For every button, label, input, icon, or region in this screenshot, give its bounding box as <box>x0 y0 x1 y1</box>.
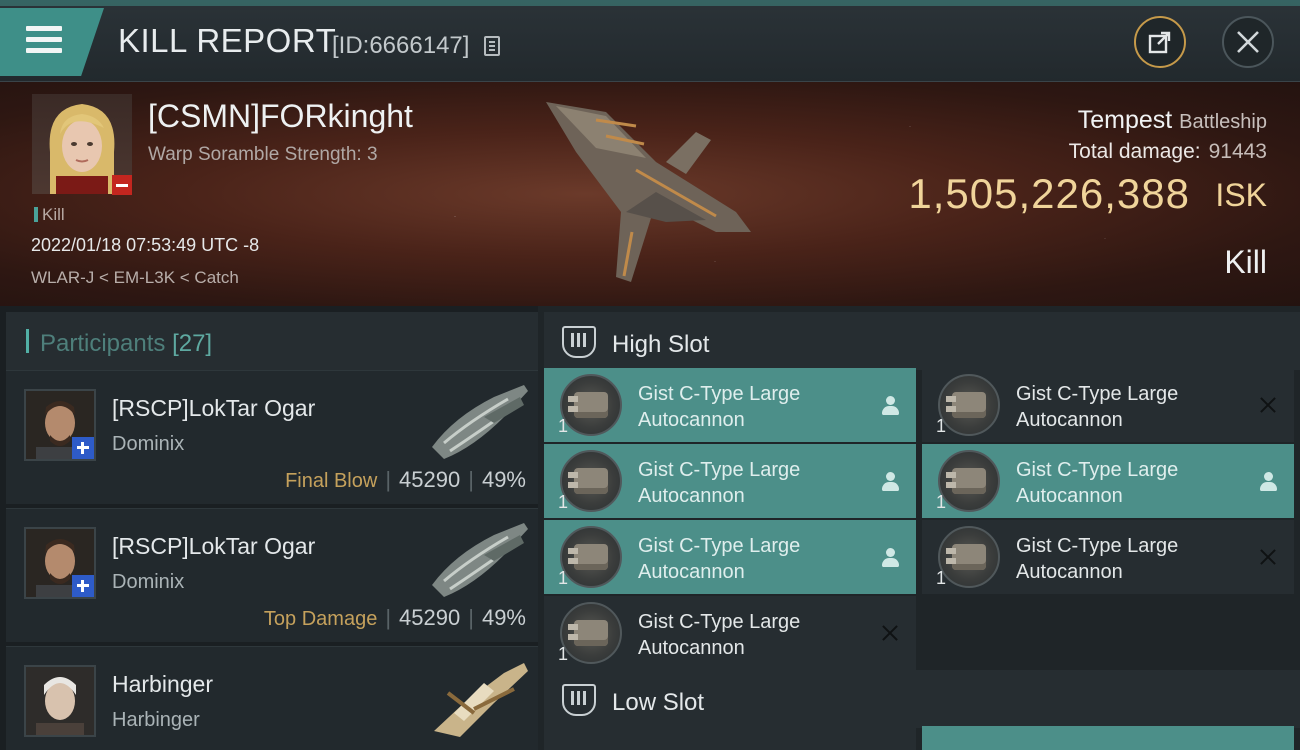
low-slot-title: Low Slot <box>612 689 705 716</box>
module-item[interactable] <box>922 726 1294 750</box>
share-button[interactable] <box>1134 16 1186 68</box>
autocannon-icon <box>938 526 1000 588</box>
dropped-person-icon <box>880 547 900 567</box>
participant-ship-image <box>434 663 528 737</box>
autocannon-icon <box>938 450 1000 512</box>
participant-row[interactable]: [RSCP]LokTar Ogar Dominix Top Damage | 452… <box>6 508 538 642</box>
module-name: Gist C-Type Large Autocannon <box>638 611 801 659</box>
negative-standing-badge <box>112 175 132 195</box>
module-item[interactable]: 1 Gist C-Type Large Autocannon <box>544 444 916 518</box>
victim-ship-type: Tempest Battleship <box>1078 106 1267 135</box>
module-name: Gist C-Type Large Autocannon <box>1016 383 1179 431</box>
autocannon-icon <box>560 374 622 436</box>
participant-ship-image <box>432 523 528 597</box>
kill-result: Kill <box>1224 244 1267 280</box>
participant-name[interactable]: Harbinger <box>112 671 213 698</box>
module-quantity: 1 <box>936 568 947 588</box>
title-bar: KILL REPORT [ID:6666147] <box>0 0 1300 82</box>
low-slot-icon <box>562 684 596 716</box>
module-item[interactable]: 1 Gist C-Type Large Autocannon <box>544 368 916 442</box>
module-quantity: 1 <box>558 416 569 436</box>
high-slot-icon <box>562 326 596 358</box>
isk-unit: ISK <box>1215 177 1267 213</box>
module-name: Gist C-Type Large Autocannon <box>638 535 801 583</box>
module-name: Gist C-Type Large Autocannon <box>1016 459 1179 507</box>
participant-row[interactable]: Harbinger Harbinger <box>6 646 538 750</box>
fitting-panel: High Slot 1 Gist C-Type Large Autocannon … <box>538 306 1300 750</box>
destroyed-x-icon <box>880 623 900 643</box>
report-id: [ID:6666147] <box>332 32 470 59</box>
participant-tag: Final Blow <box>285 470 378 492</box>
total-damage-label: Total damage: <box>1068 140 1201 163</box>
participant-row[interactable]: [RSCP]LokTar Ogar Dominix Final Blow | 452… <box>6 370 538 504</box>
module-item[interactable]: 1 Gist C-Type Large Autocannon <box>544 596 916 670</box>
dropped-person-icon <box>1258 471 1278 491</box>
participant-ship: Dominix <box>112 433 185 455</box>
ally-standing-icon <box>72 575 94 597</box>
participants-count: [27] <box>172 330 213 357</box>
participant-stats: Top Damage | 45290 | 49% <box>263 605 526 630</box>
module-quantity: 1 <box>936 416 947 436</box>
ship-name: Tempest <box>1077 106 1173 134</box>
participants-title: Participants [27] <box>40 330 213 357</box>
module-name: Gist C-Type Large Autocannon <box>638 459 801 507</box>
participant-percent: 49% <box>481 605 526 630</box>
module-quantity: 1 <box>936 492 947 512</box>
participant-ship: Dominix <box>112 571 185 593</box>
participant-damage: 45290 <box>399 605 461 630</box>
close-button[interactable] <box>1222 16 1274 68</box>
module-quantity: 1 <box>558 492 569 512</box>
module-item[interactable]: 1 Gist C-Type Large Autocannon <box>922 368 1294 442</box>
participants-header: Participants [27] <box>6 312 538 370</box>
total-damage-value: 91443 <box>1208 140 1267 163</box>
close-icon <box>1237 31 1259 53</box>
participant-name[interactable]: [RSCP]LokTar Ogar <box>112 395 315 422</box>
autocannon-icon <box>560 526 622 588</box>
participants-panel: Participants [27] [RSCP]LokTar Ogar Domi… <box>0 306 538 750</box>
module-item[interactable]: 1 Gist C-Type Large Autocannon <box>922 444 1294 518</box>
destroyed-x-icon <box>1258 395 1278 415</box>
dropped-person-icon <box>880 471 900 491</box>
high-slot-title: High Slot <box>612 331 710 358</box>
destroyed-x-icon <box>1258 547 1278 567</box>
copy-icon[interactable] <box>484 36 500 56</box>
module-item[interactable]: 1 Gist C-Type Large Autocannon <box>922 520 1294 594</box>
avatar[interactable] <box>24 665 96 737</box>
hamburger-menu-icon <box>26 26 62 56</box>
autocannon-icon <box>560 602 622 664</box>
ship-class: Battleship <box>1179 111 1267 133</box>
page-title: KILL REPORT <box>118 22 337 59</box>
total-damage: Total damage: 91443 <box>1069 140 1267 164</box>
participant-name[interactable]: [RSCP]LokTar Ogar <box>112 533 315 560</box>
isk-value: 1,505,226,388 <box>908 170 1190 217</box>
kill-type-label: Kill <box>42 205 65 224</box>
kill-timestamp: 2022/01/18 07:53:49 UTC -8 <box>31 235 260 255</box>
participant-percent: 49% <box>481 467 526 492</box>
low-slot-header: Low Slot <box>544 670 1300 728</box>
dropped-person-icon <box>880 395 900 415</box>
participant-ship-image <box>432 385 528 459</box>
autocannon-icon <box>938 374 1000 436</box>
module-item[interactable] <box>544 726 916 750</box>
module-quantity: 1 <box>558 568 569 588</box>
victim-name[interactable]: [CSMN]FORkinght <box>148 98 413 135</box>
kill-location-route: WLAR-J < EM-L3K < Catch <box>31 268 239 287</box>
autocannon-icon <box>560 450 622 512</box>
share-export-icon <box>1148 31 1171 54</box>
module-item[interactable]: 1 Gist C-Type Large Autocannon <box>544 520 916 594</box>
module-name: Gist C-Type Large Autocannon <box>1016 535 1179 583</box>
ally-standing-icon <box>72 437 94 459</box>
victim-ship-image <box>546 102 751 282</box>
high-slot-header: High Slot <box>544 312 1300 370</box>
participant-tag: Top Damage <box>263 608 378 630</box>
participant-ship: Harbinger <box>112 709 200 731</box>
victim-banner: [CSMN]FORkinght Warp Soramble Strength: … <box>0 82 1300 306</box>
kill-type-tag: Kill <box>34 205 65 225</box>
module-name: Gist C-Type Large Autocannon <box>638 383 801 431</box>
participant-stats: Final Blow | 45290 | 49% <box>285 467 526 492</box>
menu-button[interactable] <box>0 8 104 76</box>
participant-damage: 45290 <box>399 467 461 492</box>
module-quantity: 1 <box>558 644 569 664</box>
warp-scramble-strength: Warp Soramble Strength: 3 <box>148 144 378 165</box>
